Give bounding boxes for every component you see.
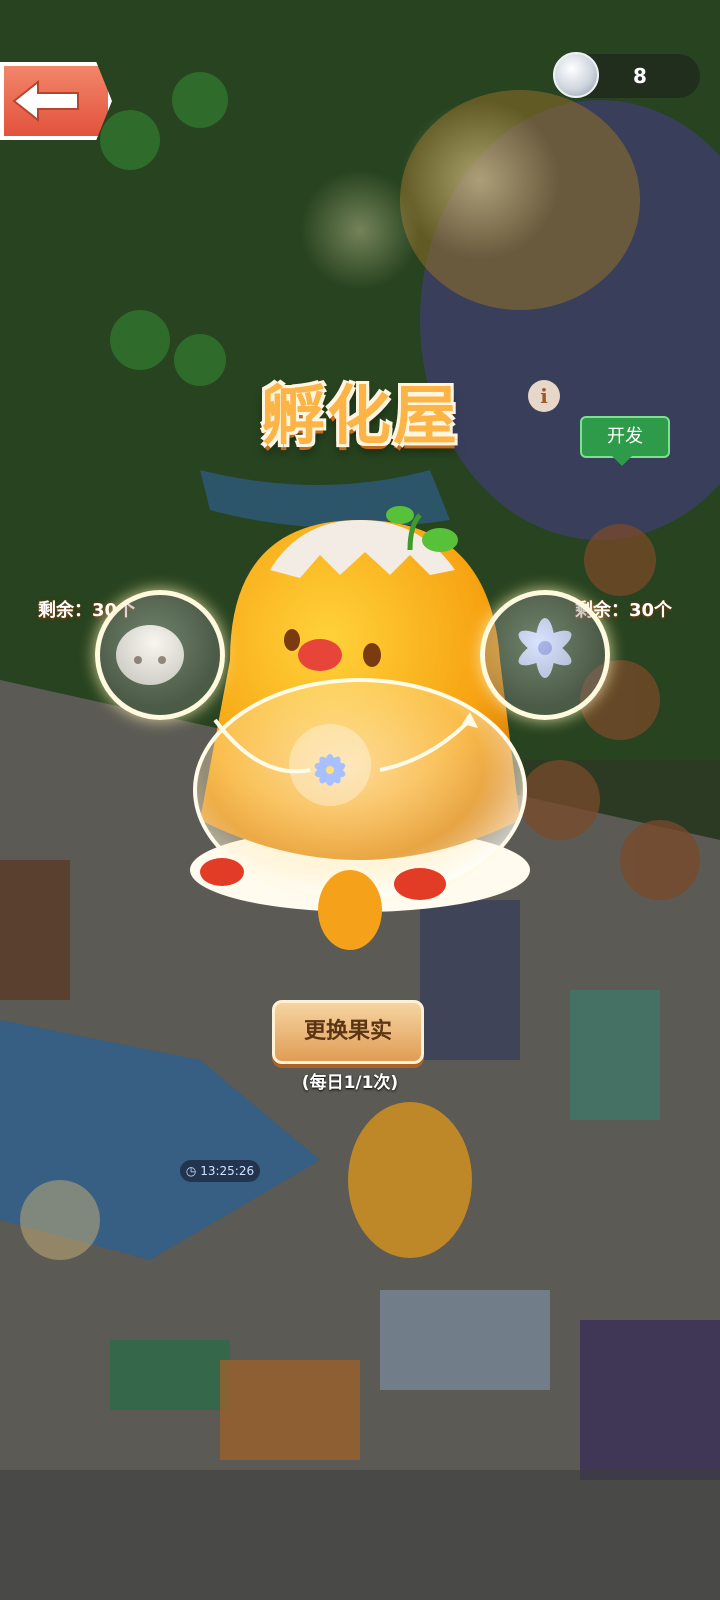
hatchery-title: 孵化屋 xyxy=(261,380,459,454)
clock-icon: ◷ xyxy=(185,1164,201,1178)
back-arrow-icon xyxy=(12,79,79,123)
left-item-bubble[interactable] xyxy=(95,590,225,720)
develop-button-tail xyxy=(612,456,632,466)
building-timer: ◷ 13:25:26 xyxy=(180,1160,260,1182)
right-item-bubble[interactable] xyxy=(480,590,610,720)
develop-button[interactable]: 开发 xyxy=(580,416,670,458)
daily-limit-text: (每日1/1次) xyxy=(301,1073,399,1093)
coin-icon xyxy=(553,52,599,98)
coin-count: 8 xyxy=(633,64,647,88)
swap-fruit-button[interactable]: 更换果实 xyxy=(272,1000,424,1064)
game-scene-background xyxy=(0,0,720,1600)
info-icon[interactable]: i xyxy=(528,380,560,412)
timer-text: 13:25:26 xyxy=(200,1164,255,1178)
